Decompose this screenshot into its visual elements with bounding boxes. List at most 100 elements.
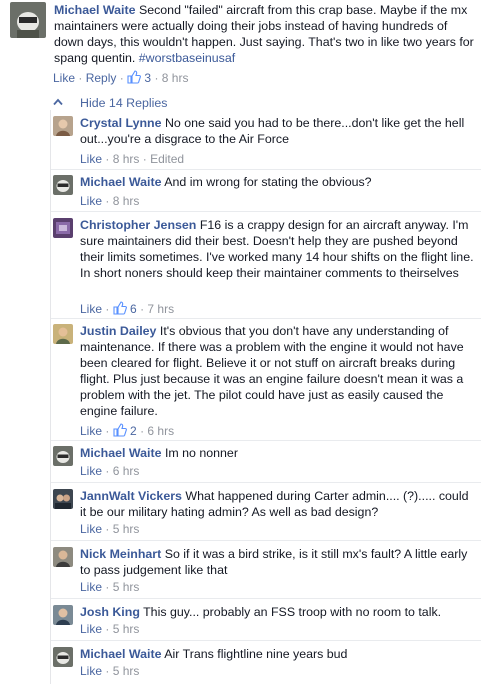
timestamp[interactable]: 8 hrs: [113, 152, 140, 166]
timestamp[interactable]: 8 hrs: [162, 71, 189, 85]
like-count[interactable]: 6: [130, 302, 137, 316]
avatar[interactable]: [53, 605, 73, 625]
reply-author[interactable]: Michael Waite: [80, 175, 161, 189]
reply-body: JannWalt Vickers What happened during Ca…: [80, 488, 478, 520]
reply-author[interactable]: Michael Waite: [80, 647, 161, 661]
separator: ·: [105, 464, 113, 478]
timestamp[interactable]: 8 hrs: [113, 194, 140, 208]
reply-author[interactable]: Josh King: [80, 605, 140, 619]
profile-photo-icon: [53, 547, 73, 567]
reply-body: Josh King This guy... probably an FSS tr…: [80, 604, 478, 620]
reply-author[interactable]: Crystal Lynne: [80, 116, 161, 130]
like-link[interactable]: Like: [80, 152, 102, 166]
like-link[interactable]: Like: [80, 664, 102, 678]
like-count[interactable]: 2: [130, 424, 137, 438]
like-thumb-icon[interactable]: [127, 70, 142, 84]
separator: ·: [105, 152, 113, 166]
helmet-avatar-icon: [10, 2, 46, 38]
like-link[interactable]: Like: [80, 194, 102, 208]
avatar[interactable]: [10, 2, 46, 38]
reply-meta: Like · 6 · 7 hrs: [80, 301, 174, 317]
divider: [51, 640, 481, 641]
reply-text: This guy... probably an FSS troop with n…: [143, 605, 442, 619]
divider: [51, 540, 481, 541]
timestamp[interactable]: 5 hrs: [113, 522, 140, 536]
reply-text: And im wrong for stating the obvious?: [164, 175, 372, 189]
separator: ·: [154, 71, 162, 85]
timestamp[interactable]: 5 hrs: [113, 622, 140, 636]
profile-photo-icon: [53, 605, 73, 625]
reply-meta: Like · 5 hrs: [80, 579, 139, 595]
avatar[interactable]: [53, 647, 73, 667]
reply-text: Air Trans flightline nine years bud: [164, 647, 348, 661]
reply-body: Michael Waite Air Trans flightline nine …: [80, 646, 478, 662]
reply-body: Michael Waite And im wrong for stating t…: [80, 174, 478, 190]
helmet-avatar-icon: [53, 175, 73, 195]
divider: [51, 169, 481, 170]
profile-photo-icon: [53, 489, 73, 509]
reply-meta: Like · 6 hrs: [80, 463, 139, 479]
timestamp[interactable]: 6 hrs: [113, 464, 140, 478]
hashtag-link[interactable]: #worstbaseinusaf: [139, 51, 235, 65]
helmet-avatar-icon: [53, 647, 73, 667]
like-link[interactable]: Like: [80, 464, 102, 478]
like-link[interactable]: Like: [53, 71, 75, 85]
like-thumb-icon[interactable]: [113, 423, 127, 437]
chevron-up-icon: [53, 94, 63, 106]
profile-photo-icon: [53, 116, 73, 136]
avatar[interactable]: [53, 446, 73, 466]
avatar[interactable]: [53, 175, 73, 195]
reply-body: Justin Dailey It's obvious that you don'…: [80, 323, 478, 419]
hide-replies-label: Hide 14 Replies: [80, 96, 168, 110]
timestamp[interactable]: 5 hrs: [113, 664, 140, 678]
reply-body: Nick Meinhart So if it was a bird strike…: [80, 546, 478, 578]
reply-author[interactable]: Justin Dailey: [80, 324, 156, 338]
separator: ·: [119, 71, 128, 85]
timestamp[interactable]: 7 hrs: [147, 302, 174, 316]
replies-list: Crystal Lynne No one said you had to be …: [50, 110, 481, 684]
reply-text: It's obvious that you don't have any und…: [80, 324, 464, 418]
divider: [51, 318, 481, 319]
like-count[interactable]: 3: [144, 71, 151, 85]
avatar[interactable]: [53, 218, 73, 238]
reply-text: Im no nonner: [164, 446, 238, 460]
reply-link[interactable]: Reply: [86, 71, 117, 85]
reply-author[interactable]: Michael Waite: [80, 446, 161, 460]
separator: ·: [105, 622, 113, 636]
reply-author[interactable]: Nick Meinhart: [80, 547, 161, 561]
helmet-avatar-icon: [53, 446, 73, 466]
avatar[interactable]: [53, 547, 73, 567]
divider: [51, 440, 481, 441]
avatar[interactable]: [53, 324, 73, 344]
separator: ·: [105, 522, 113, 536]
comment-body: Michael Waite Second "failed" aircraft f…: [54, 2, 476, 66]
reply-meta: Like · 2 · 6 hrs: [80, 423, 174, 439]
reply-meta: Like · 8 hrs · Edited: [80, 151, 184, 167]
separator: ·: [105, 580, 113, 594]
like-link[interactable]: Like: [80, 522, 102, 536]
like-thumb-icon[interactable]: [113, 301, 127, 315]
separator: ·: [78, 71, 86, 85]
avatar[interactable]: [53, 116, 73, 136]
like-link[interactable]: Like: [80, 580, 102, 594]
top-comment: Michael Waite Second "failed" aircraft f…: [0, 0, 481, 92]
comment-author[interactable]: Michael Waite: [54, 3, 135, 17]
reply-meta: Like · 8 hrs: [80, 193, 139, 209]
hide-replies-toggle[interactable]: Hide 14 Replies: [53, 94, 167, 110]
separator: ·: [105, 664, 113, 678]
like-link[interactable]: Like: [80, 424, 102, 438]
edited-label[interactable]: Edited: [150, 152, 184, 166]
separator: ·: [105, 194, 113, 208]
reply-body: Crystal Lynne No one said you had to be …: [80, 115, 478, 147]
like-link[interactable]: Like: [80, 302, 102, 316]
timestamp[interactable]: 6 hrs: [147, 424, 174, 438]
reply-author[interactable]: Christopher Jensen: [80, 218, 196, 232]
reply-author[interactable]: JannWalt Vickers: [80, 489, 182, 503]
avatar[interactable]: [53, 489, 73, 509]
like-link[interactable]: Like: [80, 622, 102, 636]
reply-meta: Like · 5 hrs: [80, 521, 139, 537]
separator: ·: [105, 424, 113, 438]
profile-photo-icon: [53, 218, 73, 238]
divider: [51, 211, 481, 212]
timestamp[interactable]: 5 hrs: [113, 580, 140, 594]
